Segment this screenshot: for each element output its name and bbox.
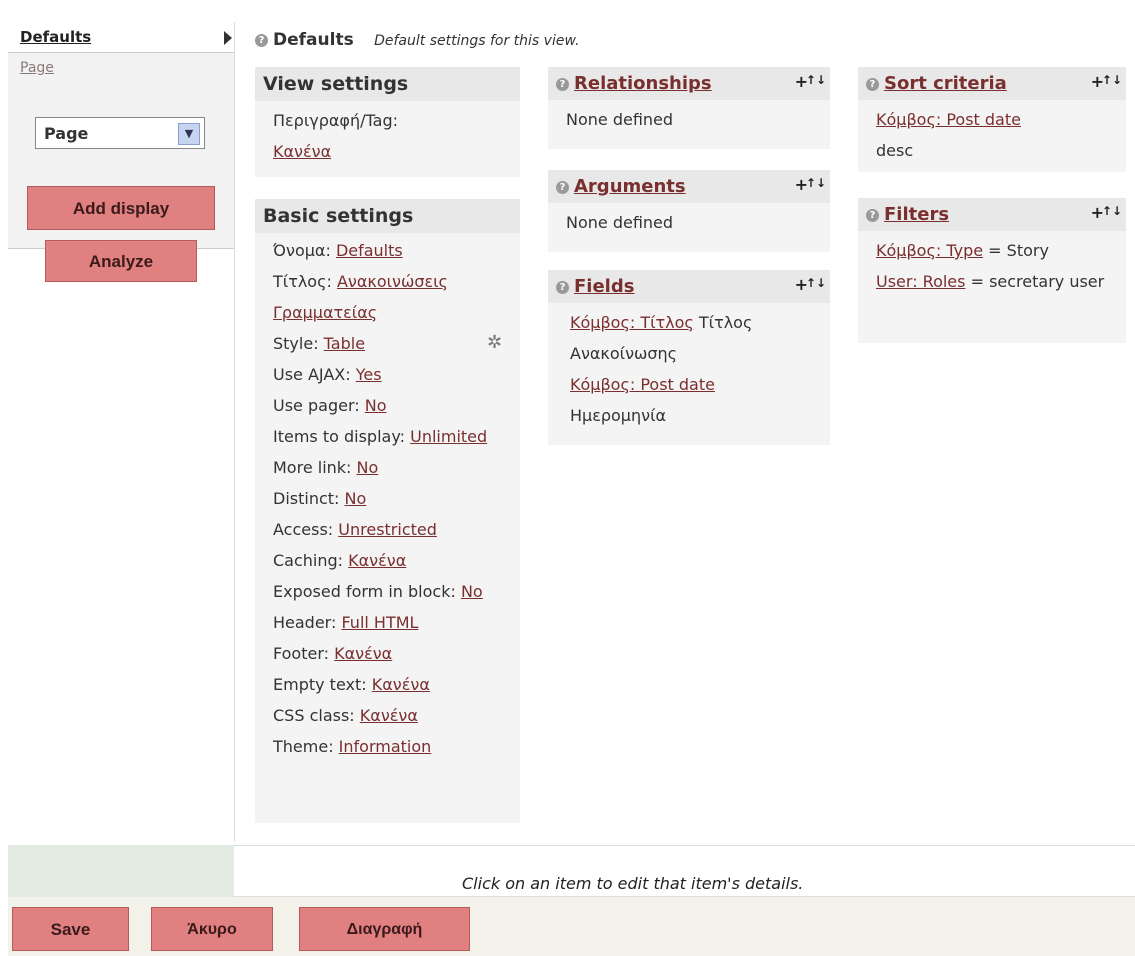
analyze-button[interactable]: Analyze <box>45 240 197 282</box>
setting-css-class: CSS class: Κανένα <box>273 706 418 725</box>
filters-heading: ? Filters + ↑↓ <box>858 198 1126 231</box>
setting-more-link-link[interactable]: No <box>357 458 379 477</box>
help-icon[interactable]: ? <box>255 33 268 47</box>
filters-link[interactable]: Filters <box>884 204 949 225</box>
tab-page[interactable]: Page <box>8 53 234 83</box>
setting-theme-link[interactable]: Information <box>339 737 432 756</box>
help-icon[interactable]: ? <box>556 280 569 294</box>
sort-item-link[interactable]: Κόμβος: Post date <box>876 110 1021 129</box>
filter-item: User: Roles = secretary user <box>876 272 1105 291</box>
view-settings-box: View settings Περιγραφή/Tag: Κανένα <box>255 67 520 177</box>
sort-criteria-heading: ? Sort criteria + ↑↓ <box>858 67 1126 100</box>
setting-more-link: More link: No <box>273 458 379 477</box>
page-title: ? Defaults Default settings for this view… <box>255 30 579 50</box>
setting-header-link[interactable]: Full HTML <box>341 613 418 632</box>
footer-area: Click on an item to edit that item's det… <box>8 845 1135 897</box>
field-link[interactable]: Κόμβος: Τίτλος <box>570 313 694 332</box>
field-item: Κόμβος: Post date Ημερομηνία <box>570 375 715 425</box>
tab-defaults-link[interactable]: Defaults <box>20 28 91 46</box>
setting-name: Όνομα: Defaults <box>273 241 403 260</box>
setting-exposed-form-link[interactable]: No <box>461 582 483 601</box>
description-link[interactable]: Κανένα <box>273 142 331 161</box>
setting-use-ajax-link[interactable]: Yes <box>356 365 382 384</box>
display-description: Default settings for this view. <box>374 33 580 49</box>
setting-items-to-display-link[interactable]: Unlimited <box>410 427 487 446</box>
setting-use-pager: Use pager: No <box>273 396 387 415</box>
rearrange-icon[interactable]: ↑↓ <box>806 73 826 87</box>
display-sidebar: Defaults Page Page ▼ Add display Analyze <box>8 22 235 842</box>
sort-direction: desc <box>876 141 914 160</box>
description-label: Περιγραφή/Tag: <box>273 111 398 130</box>
setting-use-ajax: Use AJAX: Yes <box>273 365 382 384</box>
setting-distinct-link[interactable]: No <box>345 489 367 508</box>
rearrange-icon[interactable]: ↑↓ <box>806 276 826 290</box>
relationships-link[interactable]: Relationships <box>574 73 712 94</box>
display-select-value: Page <box>44 124 89 143</box>
edit-hint: Click on an item to edit that item's det… <box>462 874 804 893</box>
help-icon[interactable]: ? <box>556 180 569 194</box>
setting-style: Style: Table <box>273 334 366 353</box>
setting-title: Τίτλος: Ανακοινώσεις Γραμματείας <box>273 272 448 322</box>
setting-style-link[interactable]: Table <box>324 334 365 353</box>
setting-footer: Footer: Κανένα <box>273 644 393 663</box>
display-title: Defaults <box>273 30 354 50</box>
relationships-empty: None defined <box>566 110 674 129</box>
hint-panel: Click on an item to edit that item's det… <box>234 845 1135 897</box>
basic-settings-box: Basic settings Όνομα: Defaults Τίτλος: Α… <box>255 199 520 823</box>
setting-use-pager-link[interactable]: No <box>365 396 387 415</box>
filters-box: ? Filters + ↑↓ Κόμβος: Type = Story User:… <box>858 198 1126 343</box>
relationships-heading: ? Relationships + ↑↓ <box>548 67 830 100</box>
setting-caching-link[interactable]: Κανένα <box>348 551 406 570</box>
setting-distinct: Distinct: No <box>273 489 367 508</box>
filter-link[interactable]: User: Roles <box>876 272 965 291</box>
display-controls: Page ▼ Add display <box>8 83 234 249</box>
sort-criteria-link[interactable]: Sort criteria <box>884 73 1007 94</box>
setting-header: Header: Full HTML <box>273 613 419 632</box>
arguments-link[interactable]: Arguments <box>574 176 686 197</box>
basic-settings-heading: Basic settings <box>255 199 520 233</box>
view-settings-heading: View settings <box>255 67 520 101</box>
setting-items-to-display: Items to display: Unlimited <box>273 427 488 446</box>
setting-caching: Caching: Κανένα <box>273 551 407 570</box>
field-link[interactable]: Κόμβος: Post date <box>570 375 715 394</box>
display-select[interactable]: Page ▼ <box>35 117 205 149</box>
add-display-button[interactable]: Add display <box>27 186 215 230</box>
gear-icon[interactable]: ✲ <box>487 332 502 353</box>
setting-theme: Theme: Information <box>273 737 432 756</box>
setting-empty-text-link[interactable]: Κανένα <box>372 675 430 694</box>
save-button[interactable]: Save <box>12 907 129 951</box>
setting-access: Access: Unrestricted <box>273 520 437 539</box>
field-item: Κόμβος: Τίτλος Τίτλος Ανακοίνωσης <box>570 313 753 363</box>
rearrange-icon[interactable]: ↑↓ <box>806 176 826 190</box>
help-icon[interactable]: ? <box>866 77 879 91</box>
setting-name-link[interactable]: Defaults <box>336 241 403 260</box>
arguments-empty: None defined <box>566 213 674 232</box>
fields-heading: ? Fields + ↑↓ <box>548 270 830 303</box>
arrow-right-icon <box>224 31 232 45</box>
fields-link[interactable]: Fields <box>574 276 634 297</box>
delete-button[interactable]: Διαγραφή <box>299 907 470 951</box>
filter-link[interactable]: Κόμβος: Type <box>876 241 983 260</box>
setting-css-class-link[interactable]: Κανένα <box>360 706 418 725</box>
tab-defaults[interactable]: Defaults <box>8 22 234 53</box>
setting-empty-text: Empty text: Κανένα <box>273 675 430 694</box>
sort-criteria-box: ? Sort criteria + ↑↓ Κόμβος: Post date de… <box>858 67 1126 172</box>
setting-access-link[interactable]: Unrestricted <box>338 520 437 539</box>
arguments-heading: ? Arguments + ↑↓ <box>548 170 830 203</box>
fields-box: ? Fields + ↑↓ Κόμβος: Τίτλος Τίτλος Ανακο… <box>548 270 830 445</box>
chevron-down-icon[interactable]: ▼ <box>178 123 200 145</box>
rearrange-icon[interactable]: ↑↓ <box>1102 204 1122 218</box>
help-icon[interactable]: ? <box>556 77 569 91</box>
tab-page-link[interactable]: Page <box>20 60 54 76</box>
help-icon[interactable]: ? <box>866 208 879 222</box>
setting-footer-link[interactable]: Κανένα <box>334 644 392 663</box>
filter-item: Κόμβος: Type = Story <box>876 241 1049 260</box>
rearrange-icon[interactable]: ↑↓ <box>1102 73 1122 87</box>
cancel-button[interactable]: Άκυρο <box>151 907 273 951</box>
arguments-box: ? Arguments + ↑↓ None defined <box>548 170 830 252</box>
relationships-box: ? Relationships + ↑↓ None defined <box>548 67 830 149</box>
setting-exposed-form: Exposed form in block: No <box>273 582 483 601</box>
